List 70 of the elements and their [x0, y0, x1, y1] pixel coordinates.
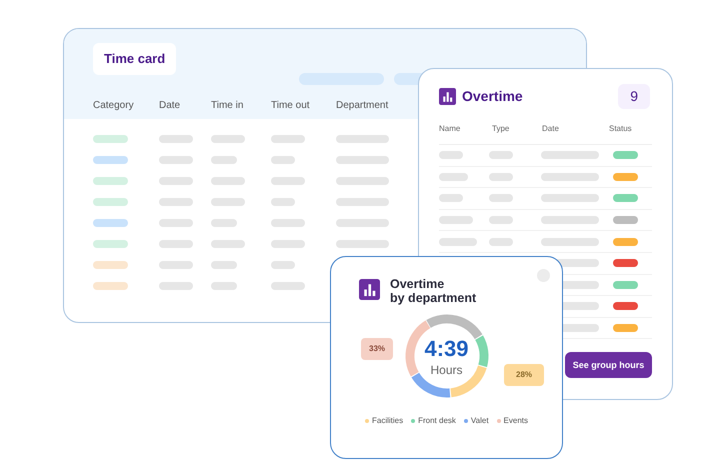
placeholder-bar	[541, 194, 599, 202]
column-header: Type	[492, 123, 510, 135]
placeholder-bar	[211, 198, 245, 206]
placeholder-bar	[211, 177, 245, 185]
placeholder-bar	[159, 177, 193, 185]
placeholder-bar	[336, 135, 389, 143]
placeholder-bar	[211, 240, 245, 248]
legend-label: Valet	[470, 415, 489, 427]
percentage-callout: 28%	[504, 364, 544, 386]
total-hours: 4:39	[424, 337, 469, 361]
placeholder-bar	[271, 135, 305, 143]
placeholder-bar	[271, 198, 295, 206]
placeholder-bar	[159, 282, 193, 290]
placeholder-bar	[211, 135, 245, 143]
legend-label: Facilities	[372, 415, 404, 427]
placeholder-bar	[271, 240, 305, 248]
placeholder-bar	[159, 198, 193, 206]
column-header: Department	[336, 98, 390, 112]
column-header: Date	[542, 123, 560, 135]
column-header: Date	[159, 98, 182, 112]
column-header: Time in	[211, 98, 244, 112]
placeholder-bar	[336, 219, 389, 227]
placeholder-bar	[336, 177, 389, 185]
bar-chart-icon	[359, 279, 380, 300]
placeholder-bar	[211, 156, 237, 164]
placeholder-bar	[159, 261, 193, 269]
placeholder-bar	[541, 216, 599, 224]
legend-label: Events	[504, 415, 528, 427]
placeholder-bar	[336, 198, 389, 206]
card-title: Overtime	[390, 277, 446, 291]
placeholder-bar	[439, 238, 477, 246]
see-group-hours-button[interactable]: See group hours	[565, 352, 652, 378]
placeholder-bar	[271, 219, 305, 227]
placeholder-bar	[541, 238, 599, 246]
bar-chart-icon	[439, 88, 456, 105]
card-title: by department	[390, 291, 476, 305]
percentage-callout: 33%	[361, 338, 394, 360]
count-badge: 9	[618, 84, 650, 109]
placeholder-bar	[489, 172, 513, 181]
placeholder-bar	[439, 172, 468, 181]
placeholder-bar	[159, 156, 193, 164]
legend-label: Front desk	[418, 415, 456, 427]
hours-label: Hours	[430, 362, 462, 379]
placeholder-bar	[439, 216, 473, 224]
placeholder-bar	[336, 156, 389, 164]
placeholder-bar	[211, 282, 237, 290]
column-header: Status	[609, 123, 633, 135]
card-title: Time card	[93, 43, 176, 74]
placeholder-bar	[271, 282, 305, 290]
placeholder-bar	[271, 156, 295, 164]
column-header: Time out	[271, 98, 311, 112]
card-title: Overtime	[462, 87, 523, 106]
placeholder-bar	[271, 261, 295, 269]
placeholder-bar	[489, 238, 513, 246]
placeholder-bar	[159, 135, 193, 143]
placeholder-bar	[489, 151, 513, 160]
placeholder-bar	[541, 172, 599, 181]
placeholder-bar	[211, 261, 237, 269]
placeholder-bar	[439, 151, 463, 160]
column-header: Category	[93, 98, 135, 112]
placeholder-bar	[336, 240, 389, 248]
placeholder-bar	[159, 240, 193, 248]
column-header: Name	[439, 123, 462, 135]
placeholder-bar	[541, 151, 599, 160]
placeholder-bar	[211, 219, 237, 227]
placeholder-bar	[159, 219, 193, 227]
placeholder-bar	[271, 177, 305, 185]
placeholder-bar	[489, 216, 513, 224]
placeholder-bar	[489, 194, 513, 202]
placeholder-bar	[439, 194, 463, 202]
